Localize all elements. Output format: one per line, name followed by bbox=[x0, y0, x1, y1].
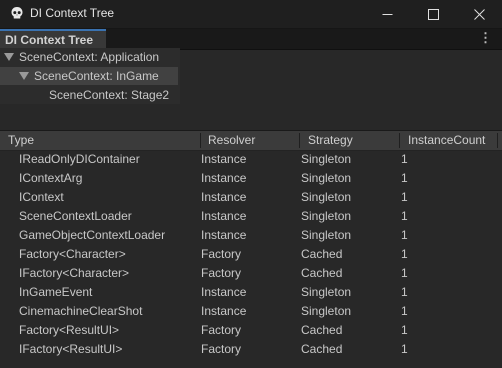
table-row[interactable]: CinemachineClearShot Instance Singleton … bbox=[0, 302, 502, 321]
cell-type: GameObjectContextLoader bbox=[19, 228, 166, 242]
cell-resolver: Instance bbox=[201, 171, 247, 185]
maximize-icon bbox=[427, 8, 439, 20]
cell-type: CinemachineClearShot bbox=[19, 304, 143, 318]
cell-instance-count: 1 bbox=[401, 171, 408, 185]
column-header-type[interactable]: Type bbox=[8, 131, 34, 150]
cell-strategy: Singleton bbox=[301, 285, 352, 299]
maximize-button[interactable] bbox=[410, 0, 456, 28]
cell-resolver: Instance bbox=[201, 304, 247, 318]
cell-type: IFactory<ResultUI> bbox=[19, 342, 123, 356]
cell-strategy: Singleton bbox=[301, 171, 352, 185]
column-header-instancecount[interactable]: InstanceCount bbox=[408, 131, 485, 150]
cell-instance-count: 1 bbox=[401, 285, 408, 299]
tree-node-application[interactable]: SceneContext: Application bbox=[0, 48, 178, 66]
cell-instance-count: 1 bbox=[401, 228, 408, 242]
column-divider[interactable] bbox=[299, 133, 300, 148]
cell-strategy: Cached bbox=[301, 323, 343, 337]
tab-di-context-tree[interactable]: DI Context Tree bbox=[0, 29, 106, 49]
close-icon bbox=[473, 8, 485, 20]
column-divider[interactable] bbox=[399, 133, 400, 148]
column-header-resolver[interactable]: Resolver bbox=[208, 131, 255, 150]
table-row[interactable]: IContextArg Instance Singleton 1 bbox=[0, 169, 502, 188]
tree-node-label: SceneContext: Application bbox=[19, 50, 160, 64]
cell-strategy: Singleton bbox=[301, 304, 352, 318]
column-divider[interactable] bbox=[200, 133, 201, 148]
cell-instance-count: 1 bbox=[401, 266, 408, 280]
cell-instance-count: 1 bbox=[401, 152, 408, 166]
table-row[interactable]: SceneContextLoader Instance Singleton 1 bbox=[0, 207, 502, 226]
cell-type: InGameEvent bbox=[19, 285, 93, 299]
cell-strategy: Singleton bbox=[301, 152, 352, 166]
cell-type: Factory<Character> bbox=[19, 247, 126, 261]
cell-instance-count: 1 bbox=[401, 304, 408, 318]
table-row[interactable]: Factory<ResultUI> Factory Cached 1 bbox=[0, 321, 502, 340]
cell-type: Factory<ResultUI> bbox=[19, 323, 120, 337]
minimize-icon bbox=[382, 13, 392, 15]
cell-resolver: Instance bbox=[201, 209, 247, 223]
cell-instance-count: 1 bbox=[401, 323, 408, 337]
column-divider[interactable] bbox=[497, 133, 498, 148]
minimize-button[interactable] bbox=[364, 0, 410, 28]
cell-resolver: Factory bbox=[201, 247, 242, 261]
cell-strategy: Singleton bbox=[301, 209, 352, 223]
cell-strategy: Cached bbox=[301, 247, 343, 261]
table-row[interactable]: Factory<Character> Factory Cached 1 bbox=[0, 245, 502, 264]
tree-node-ingame[interactable]: SceneContext: InGame bbox=[0, 67, 178, 85]
cell-instance-count: 1 bbox=[401, 247, 408, 261]
cell-type: IContext bbox=[19, 190, 64, 204]
cell-resolver: Instance bbox=[201, 228, 247, 242]
table-header: Type Resolver Strategy InstanceCount bbox=[0, 131, 502, 151]
kebab-menu-icon[interactable]: ⋮ bbox=[479, 31, 492, 45]
expand-arrow-icon[interactable] bbox=[4, 53, 14, 61]
cell-instance-count: 1 bbox=[401, 209, 408, 223]
close-button[interactable] bbox=[456, 0, 502, 28]
cell-strategy: Cached bbox=[301, 266, 343, 280]
tab-label: DI Context Tree bbox=[5, 33, 94, 47]
cell-type: IContextArg bbox=[19, 171, 83, 185]
cell-resolver: Instance bbox=[201, 152, 247, 166]
table-row[interactable]: GameObjectContextLoader Instance Singlet… bbox=[0, 226, 502, 245]
tab-bar: DI Context Tree ⋮ bbox=[0, 29, 502, 50]
cell-resolver: Instance bbox=[201, 190, 247, 204]
table-row[interactable]: IReadOnlyDIContainer Instance Singleton … bbox=[0, 150, 502, 169]
table-row[interactable]: IFactory<Character> Factory Cached 1 bbox=[0, 264, 502, 283]
table-row[interactable]: InGameEvent Instance Singleton 1 bbox=[0, 283, 502, 302]
binding-table-body: IReadOnlyDIContainer Instance Singleton … bbox=[0, 150, 502, 359]
title-bar: DI Context Tree bbox=[0, 0, 502, 29]
cell-strategy: Singleton bbox=[301, 228, 352, 242]
cell-instance-count: 1 bbox=[401, 342, 408, 356]
tree-node-stage2[interactable]: SceneContext: Stage2 bbox=[0, 86, 178, 104]
cell-instance-count: 1 bbox=[401, 190, 408, 204]
tree-node-label: SceneContext: Stage2 bbox=[49, 88, 170, 102]
expand-arrow-icon[interactable] bbox=[19, 72, 29, 80]
column-header-strategy[interactable]: Strategy bbox=[308, 131, 353, 150]
cell-resolver: Factory bbox=[201, 342, 242, 356]
tree-node-label: SceneContext: InGame bbox=[34, 69, 159, 83]
unity-logo-icon bbox=[11, 7, 23, 19]
cell-type: IFactory<Character> bbox=[19, 266, 130, 280]
cell-resolver: Factory bbox=[201, 266, 242, 280]
window-title: DI Context Tree bbox=[30, 6, 115, 20]
table-row[interactable]: IContext Instance Singleton 1 bbox=[0, 188, 502, 207]
context-tree: SceneContext: Application SceneContext: … bbox=[0, 48, 180, 104]
cell-type: IReadOnlyDIContainer bbox=[19, 152, 140, 166]
cell-resolver: Factory bbox=[201, 323, 242, 337]
cell-type: SceneContextLoader bbox=[19, 209, 132, 223]
cell-strategy: Singleton bbox=[301, 190, 352, 204]
table-row[interactable]: IFactory<ResultUI> Factory Cached 1 bbox=[0, 340, 502, 359]
cell-strategy: Cached bbox=[301, 342, 343, 356]
cell-resolver: Instance bbox=[201, 285, 247, 299]
